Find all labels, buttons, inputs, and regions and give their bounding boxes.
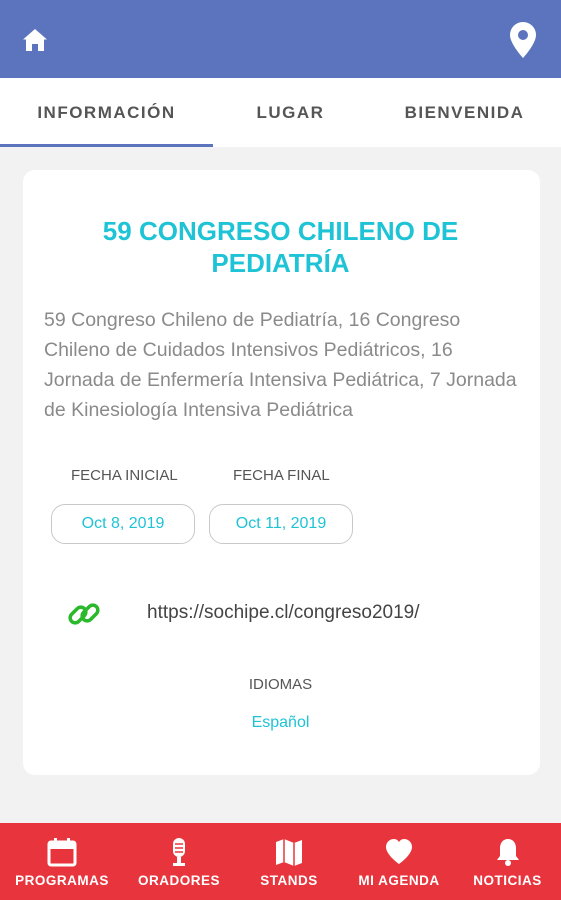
nav-programas[interactable]: PROGRAMAS xyxy=(0,823,124,900)
tab-bienvenida[interactable]: BIENVENIDA xyxy=(368,78,561,147)
nav-noticias-label: NOTICIAS xyxy=(473,873,542,888)
heart-icon xyxy=(386,839,412,864)
tab-lugar[interactable]: LUGAR xyxy=(213,78,368,147)
map-pin-icon[interactable] xyxy=(510,22,536,58)
tab-informacion-label: INFORMACIÓN xyxy=(37,102,176,122)
tab-bar: INFORMACIÓN LUGAR BIENVENIDA xyxy=(0,78,561,147)
end-date-value: Oct 11, 2019 xyxy=(209,504,353,544)
home-icon[interactable] xyxy=(22,27,48,53)
app-bar xyxy=(0,0,561,78)
tab-lugar-label: LUGAR xyxy=(256,102,325,122)
tab-bienvenida-label: BIENVENIDA xyxy=(404,102,525,122)
calendar-icon xyxy=(47,838,77,867)
bottom-nav: PROGRAMAS ORADORES STANDS MI AGENDA NOTI… xyxy=(0,823,561,900)
microphone-icon xyxy=(173,838,185,866)
nav-stands-label: STANDS xyxy=(260,873,318,888)
tab-informacion[interactable]: INFORMACIÓN xyxy=(0,78,213,147)
nav-oradores-label: ORADORES xyxy=(137,873,220,888)
languages-label: IDIOMAS xyxy=(248,676,313,693)
nav-mi-agenda[interactable]: MI AGENDA xyxy=(344,823,454,900)
event-description: 59 Congreso Chileno de Pediatría, 16 Con… xyxy=(44,309,517,421)
end-date-label: FECHA FINAL xyxy=(233,467,330,484)
languages-value[interactable]: Español xyxy=(0,714,561,732)
nav-noticias[interactable]: NOTICIAS xyxy=(454,823,561,900)
bell-icon xyxy=(496,839,519,866)
nav-programas-label: PROGRAMAS xyxy=(15,873,109,888)
active-tab-indicator xyxy=(0,144,213,147)
map-icon xyxy=(276,839,302,866)
nav-mi-agenda-label: MI AGENDA xyxy=(358,873,440,888)
link-icon xyxy=(68,603,100,625)
start-date-label: FECHA INICIAL xyxy=(71,467,178,484)
nav-oradores[interactable]: ORADORES xyxy=(124,823,234,900)
event-title: 59 CONGRESO CHILENO DE PEDIATRÍA xyxy=(102,216,459,278)
nav-stands[interactable]: STANDS xyxy=(234,823,344,900)
start-date-value: Oct 8, 2019 xyxy=(51,504,195,544)
event-website-link[interactable]: https://sochipe.cl/congreso2019/ xyxy=(147,602,420,624)
